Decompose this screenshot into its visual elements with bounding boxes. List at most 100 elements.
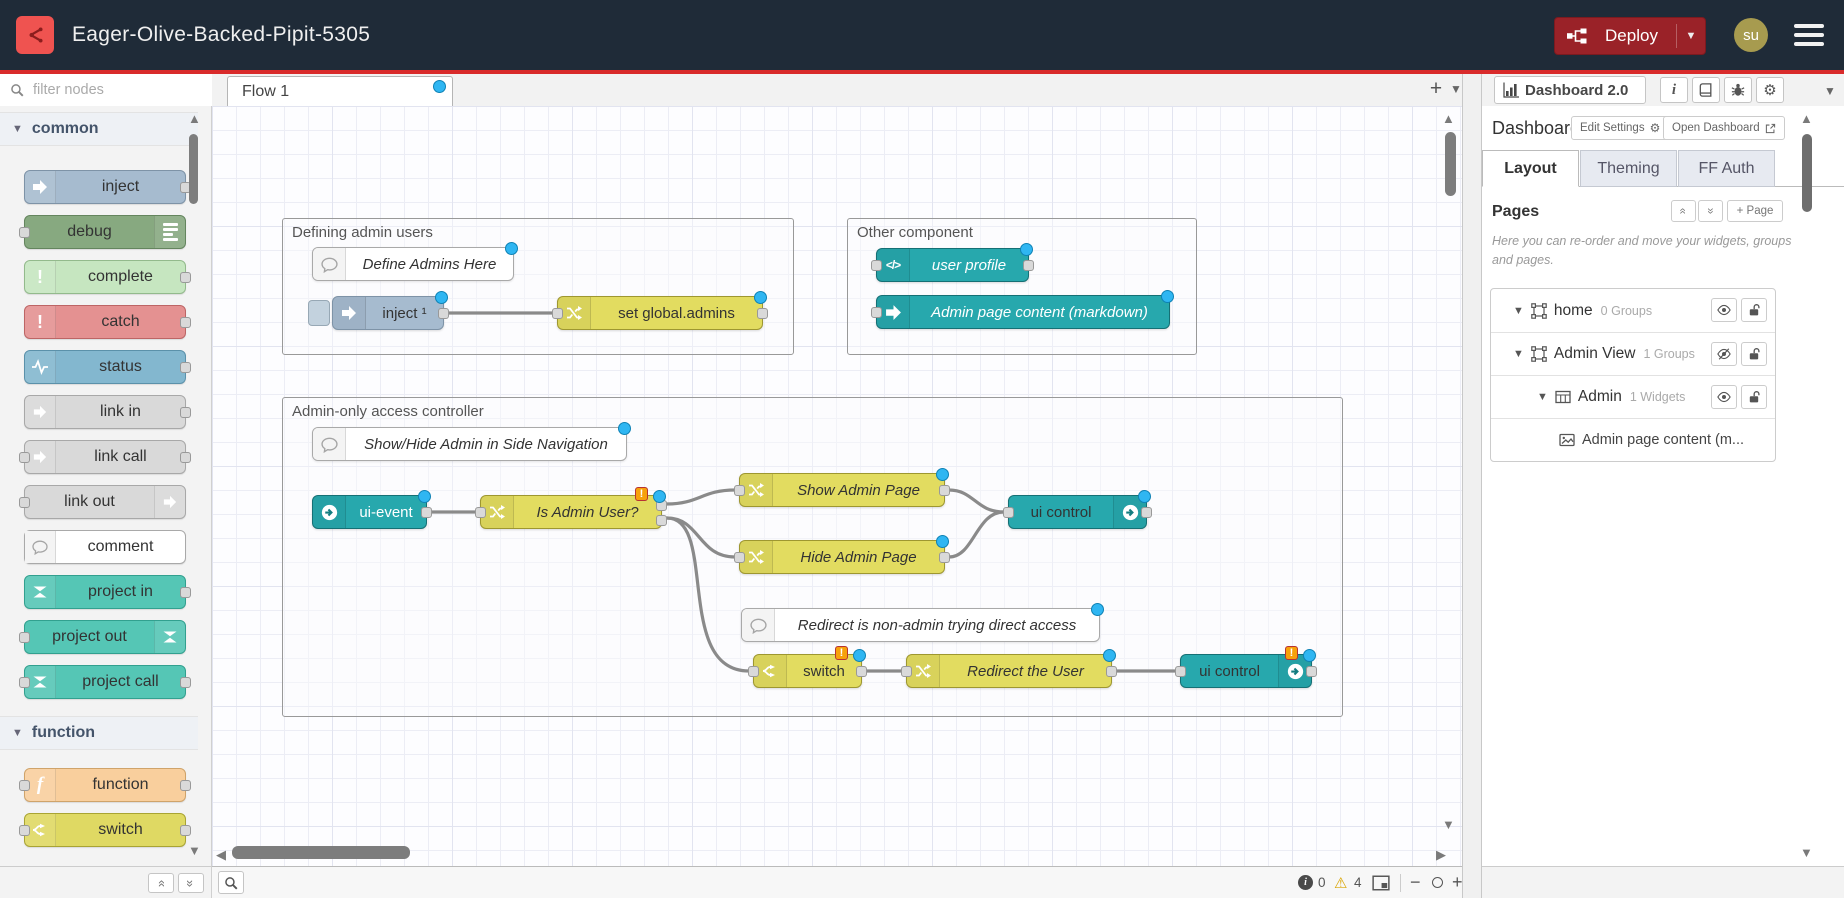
palette-node-inject[interactable]: inject xyxy=(24,170,186,204)
port[interactable] xyxy=(180,677,191,688)
tab-flow-1[interactable]: Flow 1 xyxy=(227,76,453,106)
output-port[interactable] xyxy=(856,666,867,677)
output-port-2[interactable] xyxy=(656,515,667,526)
palette-search-input[interactable] xyxy=(31,81,195,99)
zoom-in-button[interactable]: + xyxy=(1452,867,1463,898)
tree-row-home[interactable]: ▼ home 0 Groups xyxy=(1491,289,1775,332)
node-ui-event[interactable]: ui-event xyxy=(312,495,427,529)
palette-node-status[interactable]: status xyxy=(24,350,186,384)
palette-section-common[interactable]: ▼ common xyxy=(0,112,198,146)
scroll-left-icon[interactable]: ◀ xyxy=(216,848,226,861)
port[interactable] xyxy=(19,677,30,688)
zoom-reset-button[interactable] xyxy=(1432,867,1443,898)
input-port[interactable] xyxy=(1003,507,1014,518)
tab-theming[interactable]: Theming xyxy=(1580,150,1677,187)
scroll-right-icon[interactable]: ▶ xyxy=(1436,848,1446,861)
port[interactable] xyxy=(19,780,30,791)
port[interactable] xyxy=(180,362,191,373)
add-page-button[interactable]: + Page xyxy=(1727,200,1783,222)
lock-toggle-button[interactable] xyxy=(1741,298,1767,322)
flow-list-caret-icon[interactable]: ▼ xyxy=(1450,82,1462,96)
user-avatar[interactable]: su xyxy=(1734,18,1768,52)
palette-section-function[interactable]: ▼ function xyxy=(0,716,198,750)
input-port[interactable] xyxy=(734,485,745,496)
visibility-toggle-button[interactable] xyxy=(1711,298,1737,322)
input-port[interactable] xyxy=(1175,666,1186,677)
palette-node-complete[interactable]: ! complete xyxy=(24,260,186,294)
sidebar-splitter[interactable] xyxy=(1462,74,1482,898)
input-port[interactable] xyxy=(475,507,486,518)
port[interactable] xyxy=(180,587,191,598)
palette-node-catch[interactable]: ! catch xyxy=(24,305,186,339)
tree-row-admin-group[interactable]: ▼ Admin 1 Widgets xyxy=(1491,375,1775,418)
lock-toggle-button[interactable] xyxy=(1741,385,1767,409)
sidebar-tabs-caret-icon[interactable]: ▼ xyxy=(1824,84,1836,98)
output-port[interactable] xyxy=(939,485,950,496)
visibility-toggle-button[interactable] xyxy=(1711,385,1737,409)
tree-row-admin-view[interactable]: ▼ Admin View 1 Groups xyxy=(1491,332,1775,375)
port[interactable] xyxy=(180,407,191,418)
scroll-down-icon[interactable]: ▼ xyxy=(1442,818,1455,831)
vertical-scrollbar-thumb[interactable] xyxy=(1445,132,1456,196)
chevron-down-icon[interactable]: ▼ xyxy=(1513,305,1524,317)
palette-node-switch[interactable]: switch xyxy=(24,813,186,847)
palette-node-link-call[interactable]: link call xyxy=(24,440,186,474)
node-admin-page-content[interactable]: Admin page content (markdown) xyxy=(876,295,1170,329)
output-port[interactable] xyxy=(1106,666,1117,677)
node-is-admin-user[interactable]: Is Admin User? ! xyxy=(480,495,662,529)
help-tab-button[interactable] xyxy=(1692,77,1720,103)
node-inject[interactable]: inject ¹ xyxy=(332,296,444,330)
port[interactable] xyxy=(19,632,30,643)
tree-row-admin-page-content-widget[interactable]: Admin page content (m... xyxy=(1491,418,1775,461)
open-dashboard-button[interactable]: Open Dashboard xyxy=(1663,116,1785,140)
port[interactable] xyxy=(19,452,30,463)
collapse-all-categories-button[interactable]: » xyxy=(148,873,174,893)
palette-node-function[interactable]: f function xyxy=(24,768,186,802)
sidebar-scrollbar-thumb[interactable] xyxy=(1802,134,1812,212)
port[interactable] xyxy=(19,825,30,836)
input-port[interactable] xyxy=(748,666,759,677)
config-tab-button[interactable]: ⚙ xyxy=(1756,77,1784,103)
palette-node-project-in[interactable]: project in xyxy=(24,575,186,609)
flow-canvas[interactable]: Defining admin users Define Admins Here … xyxy=(212,106,1462,866)
debug-tab-button[interactable] xyxy=(1724,77,1752,103)
edit-settings-button[interactable]: Edit Settings ⚙ xyxy=(1571,116,1669,140)
port[interactable] xyxy=(19,227,30,238)
node-ui-control-bottom[interactable]: ui control ! xyxy=(1180,654,1312,688)
horizontal-scrollbar-thumb[interactable] xyxy=(232,846,410,859)
output-port[interactable] xyxy=(757,308,768,319)
palette-node-link-in[interactable]: link in xyxy=(24,395,186,429)
palette-node-link-out[interactable]: link out xyxy=(24,485,186,519)
comment-redirect-non-admin[interactable]: Redirect is non-admin trying direct acce… xyxy=(741,608,1100,642)
lock-toggle-button[interactable] xyxy=(1741,342,1767,366)
palette-node-comment[interactable]: comment xyxy=(24,530,186,564)
zoom-out-button[interactable]: − xyxy=(1410,867,1421,898)
output-port[interactable] xyxy=(939,552,950,563)
input-port[interactable] xyxy=(871,307,882,318)
node-show-admin-page[interactable]: Show Admin Page xyxy=(739,473,945,507)
palette-node-project-call[interactable]: project call xyxy=(24,665,186,699)
node-redirect-the-user[interactable]: Redirect the User xyxy=(906,654,1112,688)
expand-all-button[interactable]: » xyxy=(1698,200,1723,222)
input-port[interactable] xyxy=(871,260,882,271)
collapse-all-button[interactable]: » xyxy=(1671,200,1696,222)
info-tab-button[interactable]: i xyxy=(1660,77,1688,103)
visibility-toggle-button[interactable] xyxy=(1711,342,1737,366)
port[interactable] xyxy=(180,317,191,328)
input-port[interactable] xyxy=(901,666,912,677)
output-port[interactable] xyxy=(1306,666,1317,677)
port[interactable] xyxy=(180,452,191,463)
search-flows-button[interactable] xyxy=(218,871,244,894)
scroll-up-icon[interactable]: ▲ xyxy=(1442,112,1455,125)
output-port[interactable] xyxy=(421,507,432,518)
chevron-down-icon[interactable]: ▼ xyxy=(1537,391,1548,403)
output-port[interactable] xyxy=(1023,260,1034,271)
port[interactable] xyxy=(180,272,191,283)
node-hide-admin-page[interactable]: Hide Admin Page xyxy=(739,540,945,574)
palette-node-debug[interactable]: debug xyxy=(24,215,186,249)
palette-scrollbar-thumb[interactable] xyxy=(189,134,198,204)
sidebar-scroll-down-icon[interactable]: ▼ xyxy=(1800,846,1813,859)
deploy-button[interactable]: Deploy ▼ xyxy=(1554,17,1706,55)
tab-layout[interactable]: Layout xyxy=(1482,150,1579,187)
navigator-toggle-button[interactable] xyxy=(1372,867,1390,898)
